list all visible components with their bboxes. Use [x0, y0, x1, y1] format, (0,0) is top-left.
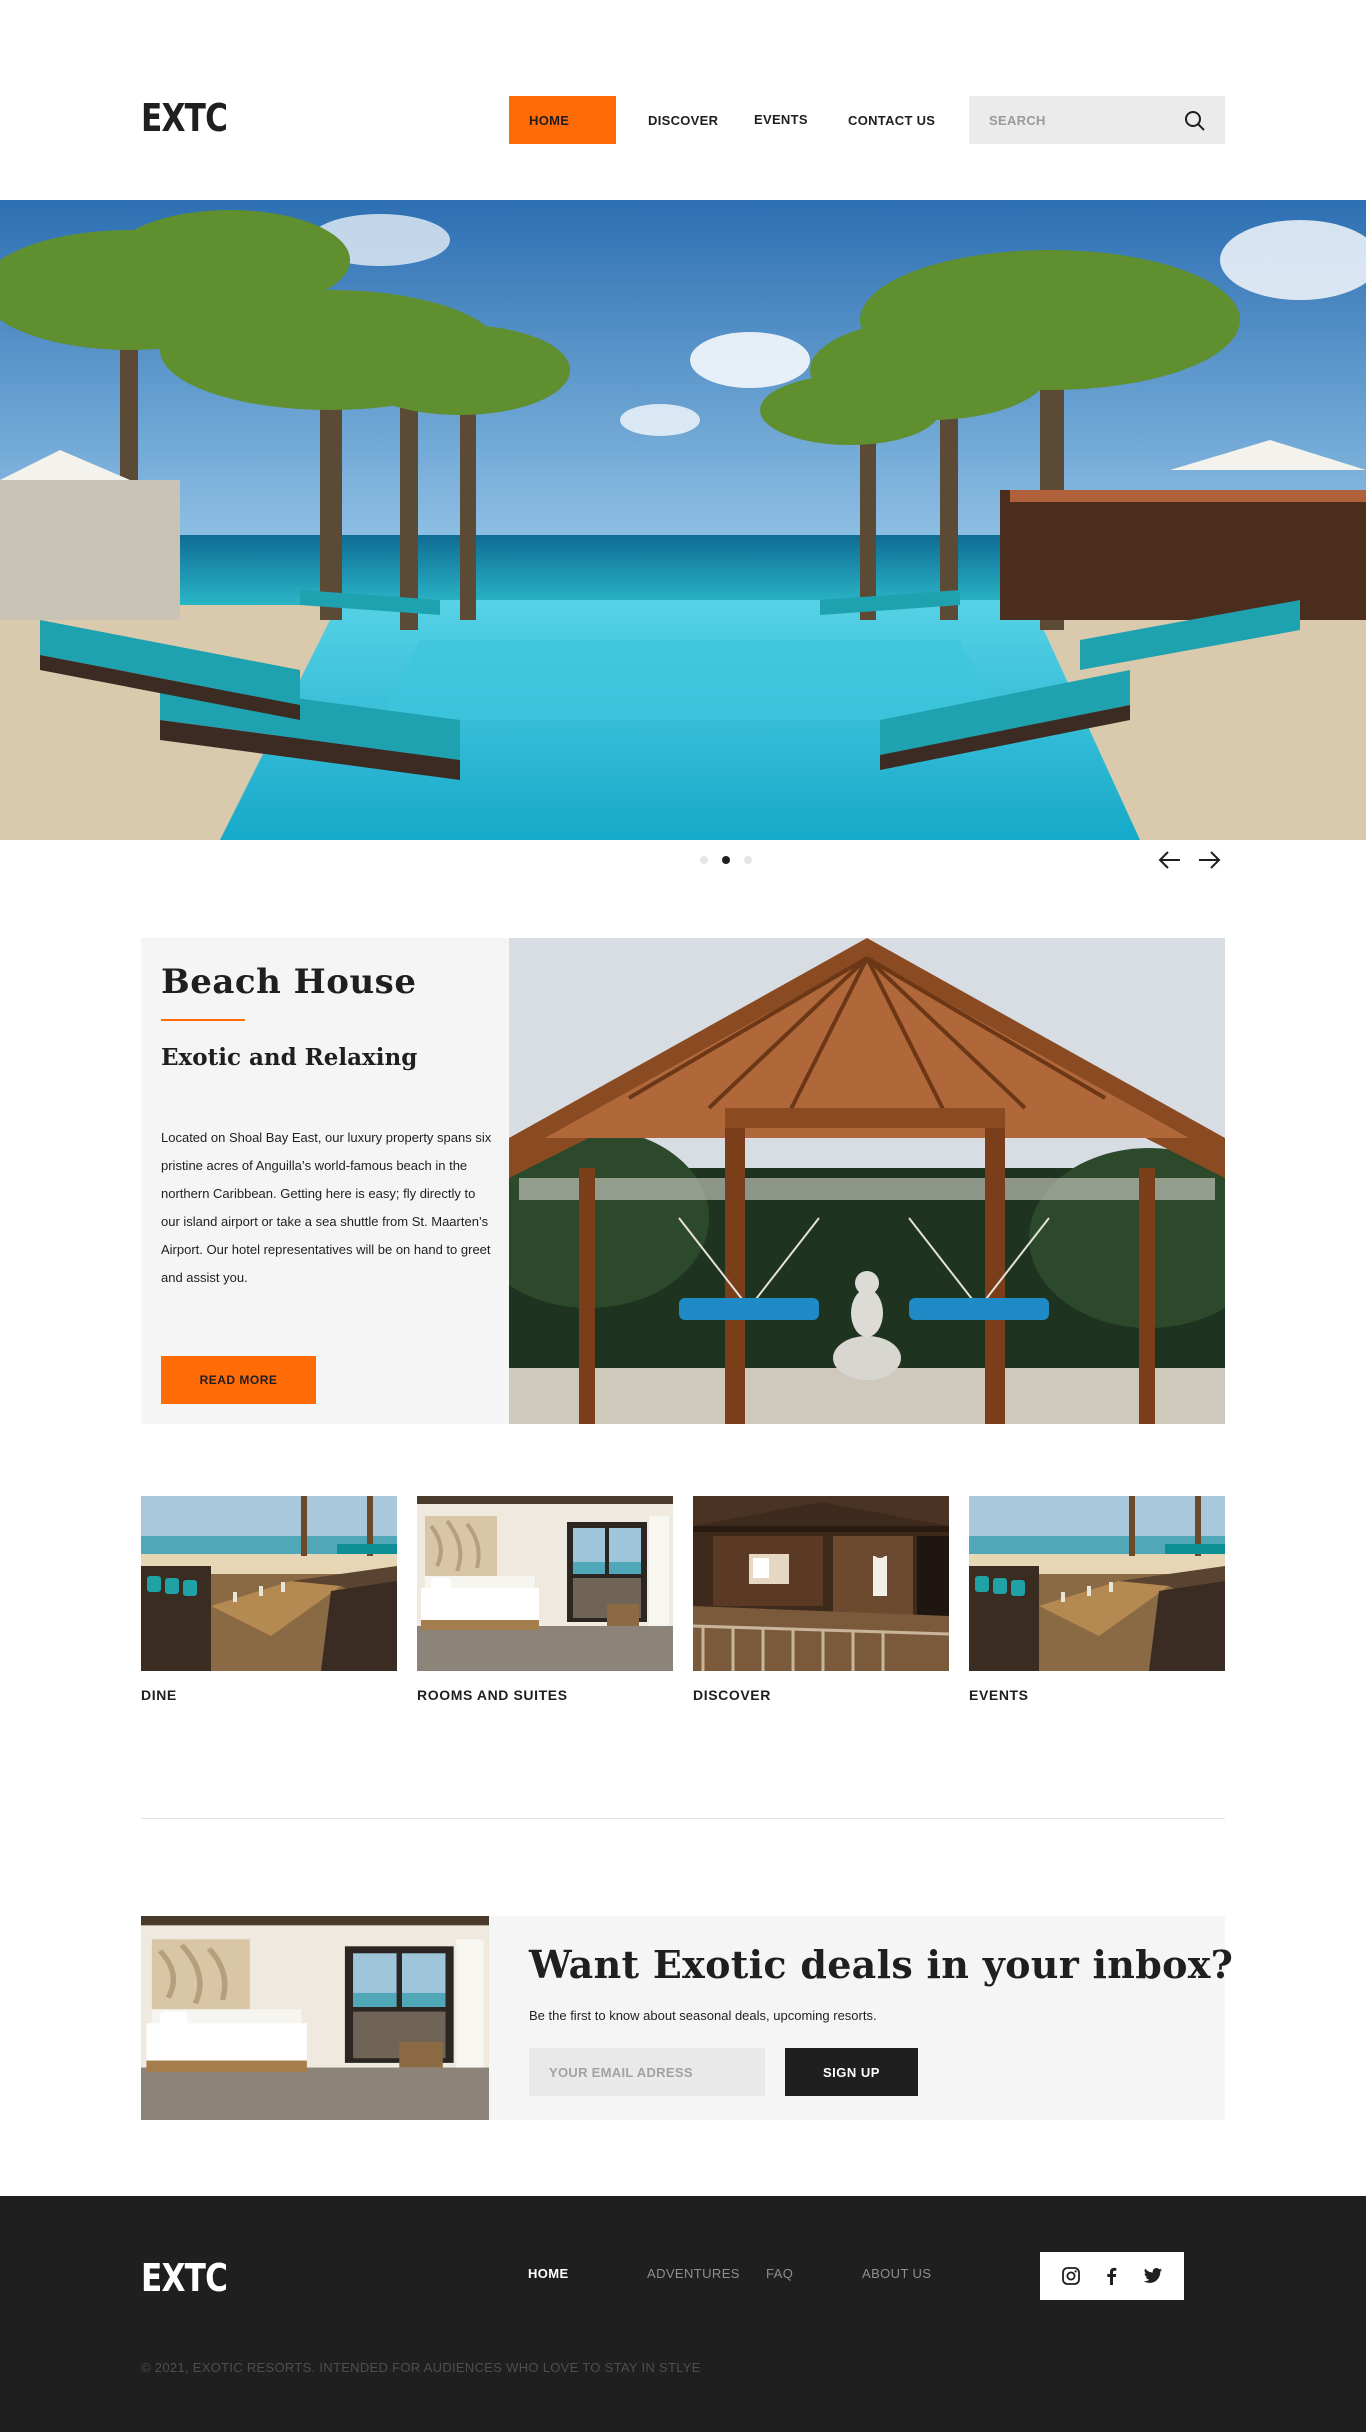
carousel-dot-active[interactable]: [722, 856, 730, 864]
social-links: [1040, 2252, 1184, 2300]
nav-item-events[interactable]: EVENTS: [754, 95, 808, 143]
footer-link-faq[interactable]: FAQ: [766, 2266, 793, 2281]
newsletter-image: [141, 1916, 489, 2120]
card-image[interactable]: [969, 1496, 1225, 1671]
feature-title: Beach House: [161, 962, 417, 1002]
arrow-left-icon[interactable]: [1157, 848, 1183, 872]
nav-item-discover[interactable]: DISCOVER: [648, 96, 718, 144]
newsletter-title: Want Exotic deals in your inbox?: [529, 1942, 1234, 1987]
card-label[interactable]: ROOMS AND SUITES: [417, 1687, 673, 1703]
facebook-icon[interactable]: [1100, 2264, 1124, 2288]
card-label[interactable]: EVENTS: [969, 1687, 1225, 1703]
section-divider: [141, 1818, 1225, 1819]
category-card-rooms-and-suites[interactable]: ROOMS AND SUITES: [417, 1496, 673, 1703]
instagram-icon[interactable]: [1059, 2264, 1083, 2288]
feature-image: [509, 938, 1225, 1424]
sign-up-button[interactable]: SIGN UP: [785, 2048, 918, 2096]
arrow-right-icon[interactable]: [1196, 848, 1222, 872]
footer-logo[interactable]: EXTC: [141, 2256, 228, 2300]
feature-panel: Beach House Exotic and Relaxing Located …: [141, 938, 509, 1424]
category-card-dine[interactable]: DINE: [141, 1496, 397, 1703]
twitter-icon[interactable]: [1141, 2264, 1165, 2288]
category-card-events[interactable]: EVENTS: [969, 1496, 1225, 1703]
footer-link-home[interactable]: HOME: [528, 2266, 569, 2281]
category-card-discover[interactable]: DISCOVER: [693, 1496, 949, 1703]
search-icon[interactable]: [1183, 109, 1207, 133]
feature-title-underline: [161, 1019, 245, 1021]
site-logo[interactable]: EXTC: [141, 96, 228, 140]
site-footer: EXTC HOME ADVENTURES FAQ ABOUT US © 2021…: [0, 2196, 1366, 2432]
nav-item-home[interactable]: HOME: [509, 96, 616, 144]
search-box: [969, 96, 1225, 144]
carousel-dots: [700, 856, 752, 864]
card-label[interactable]: DISCOVER: [693, 1687, 949, 1703]
nav-item-contact-us[interactable]: CONTACT US: [848, 96, 935, 144]
newsletter-panel: Want Exotic deals in your inbox? Be the …: [489, 1916, 1233, 2120]
card-image[interactable]: [141, 1496, 397, 1671]
newsletter-subtitle: Be the first to know about seasonal deal…: [529, 2008, 877, 2023]
hero-image: [0, 200, 1366, 840]
feature-description: Located on Shoal Bay East, our luxury pr…: [161, 1130, 492, 1285]
copyright-text: © 2021, EXOTIC RESORTS. INTENDED FOR AUD…: [141, 2360, 701, 2375]
card-label[interactable]: DINE: [141, 1687, 397, 1703]
carousel-dot[interactable]: [700, 856, 708, 864]
carousel-dot[interactable]: [744, 856, 752, 864]
card-image[interactable]: [417, 1496, 673, 1671]
footer-link-about-us[interactable]: ABOUT US: [862, 2266, 931, 2281]
read-more-button[interactable]: READ MORE: [161, 1356, 316, 1404]
footer-link-adventures[interactable]: ADVENTURES: [647, 2266, 740, 2281]
search-input[interactable]: [969, 96, 1169, 144]
email-field[interactable]: [529, 2048, 765, 2096]
site-header: EXTC HOME DISCOVER EVENTS CONTACT US: [0, 0, 1366, 200]
feature-subtitle: Exotic and Relaxing: [161, 1044, 418, 1071]
card-image[interactable]: [693, 1496, 949, 1671]
